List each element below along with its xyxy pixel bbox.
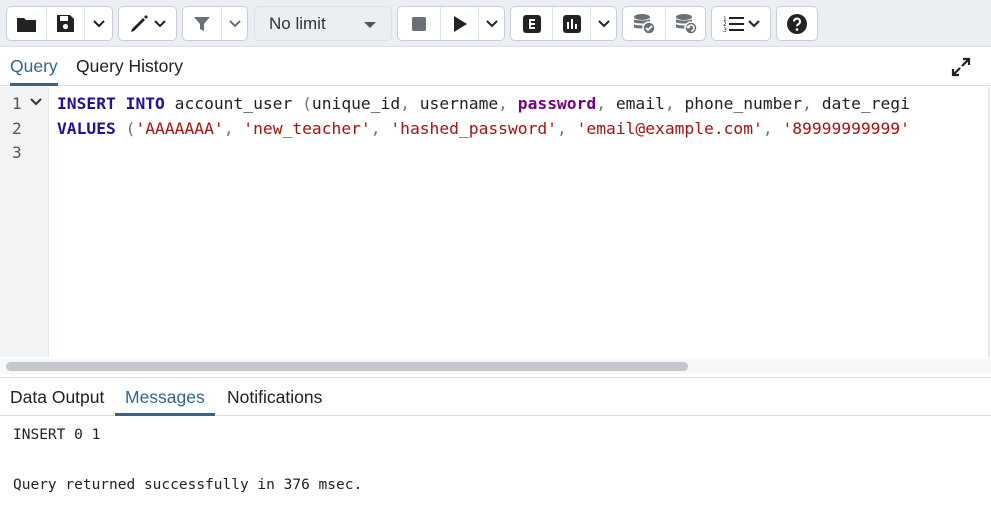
caret-down-icon: [364, 22, 376, 28]
play-icon: [453, 15, 467, 32]
save-options-dropdown[interactable]: [84, 7, 112, 40]
code-token: date_regi: [821, 94, 910, 113]
code-area[interactable]: INSERT INTO account_user (unique_id, use…: [57, 91, 989, 361]
row-limit-value: No limit: [269, 13, 326, 33]
svg-text:3: 3: [723, 27, 727, 33]
code-token: ,: [596, 94, 616, 113]
query-tabs: Query Query History: [0, 48, 991, 86]
line-number: 2: [12, 119, 22, 138]
code-token: ,: [762, 119, 783, 138]
code-line[interactable]: INSERT INTO account_user (unique_id, use…: [57, 91, 989, 116]
code-token: password: [517, 94, 597, 113]
explain-group: [510, 6, 617, 41]
line-number: 1: [12, 94, 22, 113]
rollback-icon: [675, 13, 698, 35]
horizontal-scrollbar-thumb[interactable]: [6, 362, 688, 371]
code-token: INSERT: [57, 94, 116, 113]
chevron-down-icon: [747, 19, 760, 27]
message-timing: Query returned successfully in 376 msec.: [13, 477, 363, 493]
code-token: 'AAAAAAA': [135, 119, 224, 138]
macros-group: 123: [711, 6, 771, 41]
help-group: [776, 6, 818, 41]
edit-group: [118, 6, 177, 41]
code-token: ,: [223, 119, 244, 138]
chevron-down-icon: [485, 19, 498, 27]
code-token: ,: [370, 119, 391, 138]
code-token: ,: [664, 94, 685, 113]
code-token: ,: [400, 94, 420, 113]
filter-icon: [194, 16, 211, 31]
macros-icon: 123: [723, 16, 744, 33]
code-token: 'email@example.com': [576, 119, 763, 138]
code-line[interactable]: VALUES ('AAAAAAA', 'new_teacher', 'hashe…: [57, 116, 989, 141]
message-result: INSERT 0 1: [13, 427, 101, 443]
code-token: (: [302, 94, 312, 113]
line-number: 3: [12, 143, 22, 162]
execute-options-dropdown[interactable]: [478, 7, 504, 40]
chevron-down-icon: [154, 19, 166, 27]
file-group: [6, 6, 113, 41]
help-icon: [787, 13, 807, 34]
code-token: ,: [498, 94, 518, 113]
expand-icon: [951, 57, 971, 77]
stop-button[interactable]: [398, 7, 440, 40]
rollback-button[interactable]: [665, 7, 705, 40]
stop-icon: [412, 16, 426, 31]
code-token: phone_number: [684, 94, 803, 113]
tab-notifications[interactable]: Notifications: [227, 378, 322, 416]
filter-dropdown[interactable]: [221, 7, 247, 40]
code-token: '89999999999': [782, 119, 910, 138]
tab-messages[interactable]: Messages: [115, 378, 215, 416]
code-token: 'hashed_password': [390, 119, 557, 138]
edit-pen-icon: [131, 14, 148, 32]
chevron-down-icon: [228, 19, 241, 27]
explain-icon: [522, 14, 541, 33]
filter-group: [182, 6, 248, 41]
transaction-group: [622, 6, 706, 41]
code-line[interactable]: [57, 141, 989, 166]
code-token: account_user: [164, 94, 303, 113]
macros-button[interactable]: 123: [712, 7, 770, 40]
explain-button[interactable]: [511, 7, 552, 40]
execute-button[interactable]: [440, 7, 478, 40]
code-token: email: [615, 94, 665, 113]
sql-editor[interactable]: 1 2 3 INSERT INTO account_user (unique_i…: [0, 87, 991, 376]
code-token: ,: [802, 94, 822, 113]
editor-edge: [988, 87, 990, 357]
edit-button[interactable]: [119, 7, 176, 40]
line-gutter: 1 2 3: [0, 87, 49, 357]
code-token: (: [125, 119, 136, 138]
tab-data-output[interactable]: Data Output: [10, 378, 104, 416]
folder-open-icon: [16, 17, 36, 32]
code-token: VALUES: [57, 119, 116, 138]
toolbar: No limit 123: [0, 0, 991, 47]
code-token: ,: [556, 119, 577, 138]
chevron-down-icon: [92, 19, 105, 27]
explain-analyze-button[interactable]: [552, 7, 590, 40]
save-icon: [57, 15, 74, 32]
chevron-down-icon: [597, 19, 610, 27]
help-button[interactable]: [777, 7, 817, 40]
commit-icon: [634, 13, 656, 35]
fold-chevron-icon[interactable]: [30, 98, 42, 106]
open-file-button[interactable]: [7, 7, 46, 40]
filter-button[interactable]: [183, 7, 221, 40]
row-limit-select[interactable]: No limit: [254, 6, 392, 41]
maximize-editor-button[interactable]: [951, 57, 971, 82]
code-token: 'new_teacher': [243, 119, 371, 138]
execute-group: [397, 6, 505, 41]
code-token: username: [419, 94, 499, 113]
tab-query-history[interactable]: Query History: [76, 48, 183, 86]
result-tabs: Data Output Messages Notifications: [0, 377, 991, 416]
commit-button[interactable]: [623, 7, 665, 40]
explain-analyze-icon: [562, 14, 581, 33]
code-token: unique_id: [311, 94, 401, 113]
tab-query[interactable]: Query: [10, 48, 58, 86]
explain-options-dropdown[interactable]: [590, 7, 616, 40]
save-file-button[interactable]: [46, 7, 84, 40]
code-token: INTO: [125, 94, 165, 113]
messages-panel: INSERT 0 1 Query returned successfully i…: [0, 417, 991, 524]
